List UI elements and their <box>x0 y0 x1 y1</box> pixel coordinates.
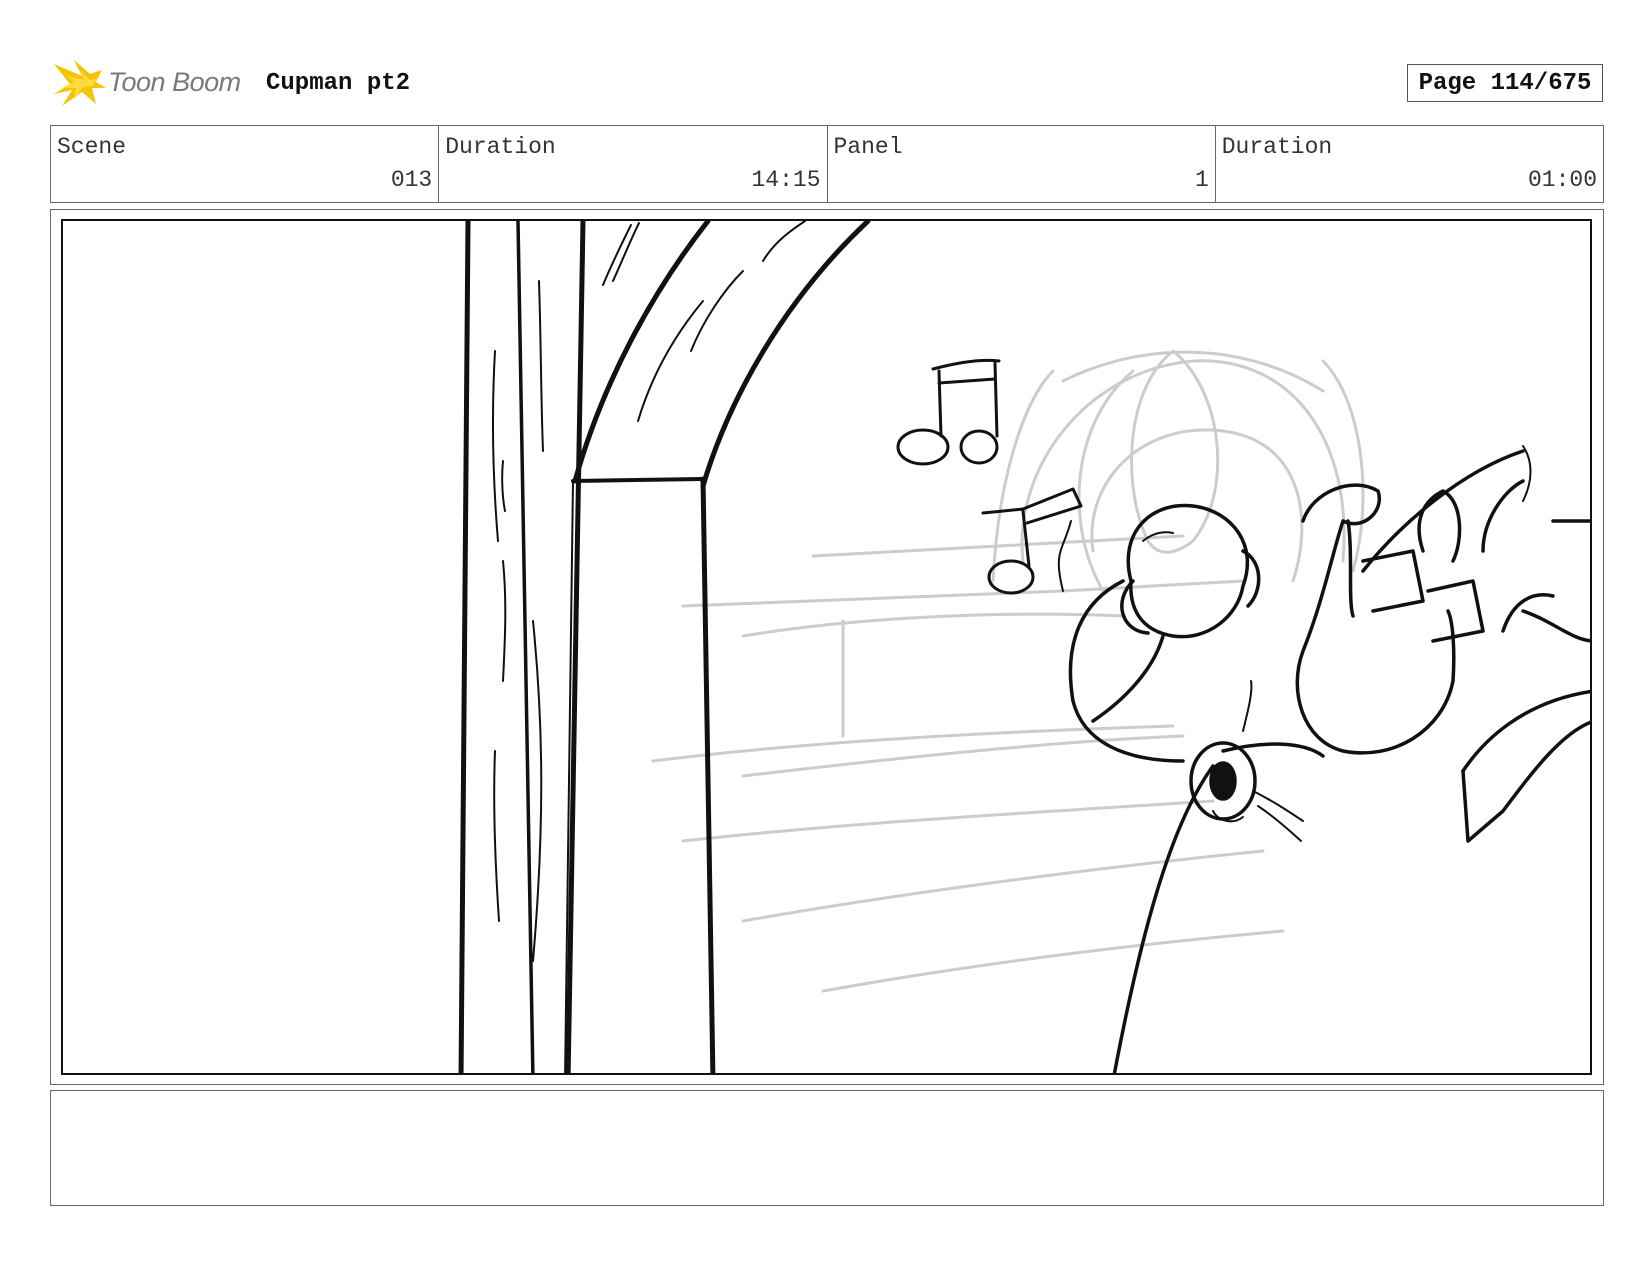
doorframe-ink <box>458 221 871 1073</box>
storyboard-drawing <box>61 219 1592 1075</box>
panel-duration-label: Duration <box>1221 134 1333 160</box>
panel-info-row: Scene 013 Duration 14:15 Panel 1 Duratio… <box>50 125 1604 203</box>
scene-value: 013 <box>390 167 433 193</box>
scene-cell: Scene 013 <box>51 126 440 202</box>
music-notes-icon <box>896 358 1083 595</box>
panel-duration-value: 01:00 <box>1527 167 1597 193</box>
panel-sketch <box>458 221 1590 1073</box>
panel-value: 1 <box>1194 167 1209 193</box>
page-indicator: Page 114/675 <box>1407 64 1603 102</box>
panel-notes-box[interactable] <box>50 1090 1604 1206</box>
scene-duration-cell: Duration 14:15 <box>439 126 828 202</box>
starburst-icon <box>54 60 106 106</box>
scene-duration-label: Duration <box>445 134 556 160</box>
scene-duration-value: 14:15 <box>751 167 821 193</box>
background-rough-sketch <box>651 349 1365 993</box>
scene-label: Scene <box>57 134 127 160</box>
panel-cell: Panel 1 <box>828 126 1216 202</box>
panel-label: Panel <box>833 134 903 160</box>
panel-duration-cell: Duration 01:00 <box>1216 126 1603 202</box>
storyboard-panel-frame <box>50 209 1604 1085</box>
brand-name: Toon Boom <box>108 66 241 97</box>
toon-boom-logo: Toon Boom <box>52 56 241 108</box>
project-title: Cupman pt2 <box>266 70 411 97</box>
character-ink <box>1057 445 1590 1073</box>
